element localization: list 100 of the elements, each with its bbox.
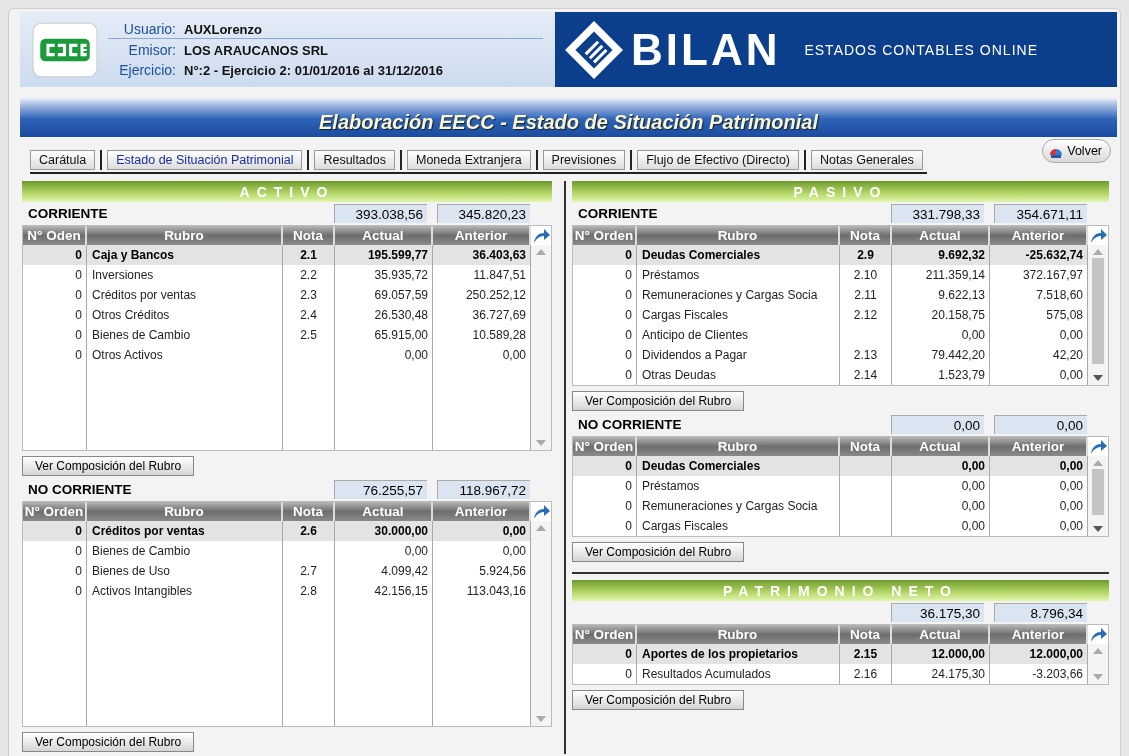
table-row[interactable]: 0 Caja y Bancos 2.1 195.599,77 36.403,63 [23,245,531,265]
brand-name: BILAN [631,24,781,75]
column-header: Anterior [990,625,1088,644]
table-cell: Otros Créditos [92,308,170,322]
column-header: Anterior [990,226,1088,245]
column-header: N° Orden [573,226,637,245]
table-cell: 0 [625,459,632,473]
total-field: 354.671,11 [994,204,1087,223]
table-cell: 2.1 [300,248,317,262]
table-cell: Activos Intangibles [92,584,193,598]
table-cell: 5.924,56 [479,564,526,578]
table-row[interactable]: 0 Aportes de los propietarios 2.15 12.000,00 12.000,00 [573,644,1088,664]
view-composition-button[interactable]: Ver Composición del Rubro [572,391,745,411]
column-header: Rubro [87,502,283,521]
scroll-up-icon[interactable] [1093,648,1103,654]
column-header: Rubro [87,226,283,245]
total-field: 0,00 [891,415,984,434]
column-header: N° Orden [23,502,87,521]
view-composition-button[interactable]: Ver Composición del Rubro [572,542,745,562]
table-cell: 2.4 [300,308,317,322]
field-label: Ejercicio: [118,62,176,78]
tab[interactable]: Notas Generales [811,150,923,170]
table-cell: 36.727,69 [472,308,526,322]
table-row[interactable]: 0 Deudas Comerciales 2.9 9.692,32 -25.632,74 [573,245,1088,265]
table-cell: 0 [625,667,632,681]
table-cell: 0 [75,348,82,362]
table-row[interactable]: 0 Créditos por ventas 2.6 30.000,00 0,00 [23,521,531,541]
total-field: 0,00 [994,415,1087,434]
section-title: PASIVO [793,183,888,200]
column-header: Actual [335,226,433,245]
table-cell: Cargas Fiscales [642,308,729,322]
table-cell: 2.3 [300,288,317,302]
group-label: NO CORRIENTE [578,417,682,432]
scrollbar[interactable] [531,245,551,450]
scroll-up-icon[interactable] [536,249,546,255]
view-composition-button[interactable]: Ver Composición del Rubro [572,690,745,710]
table-cell: 24.175,30 [931,667,985,681]
table-cell: 42.156,15 [374,584,428,598]
scrollbar[interactable] [531,521,551,726]
total-field: 118.967,72 [437,480,530,499]
scrollbar[interactable] [1088,456,1108,536]
table-cell: 0 [75,564,82,578]
table-cell: 35.935,72 [374,268,428,282]
column-header: Nota [840,226,892,245]
table-cell: 2.8 [300,584,317,598]
table-cell: 0,00 [1059,368,1083,382]
table-cell: 2.9 [857,248,874,262]
table-cell: 7.518,60 [1036,288,1083,302]
view-composition-button[interactable]: Ver Composición del Rubro [22,456,195,476]
back-button[interactable]: Volver [1042,139,1111,163]
scroll-thumb[interactable] [1092,469,1104,515]
scrollbar[interactable] [1088,644,1108,684]
table-cell: 79.442,20 [931,348,985,362]
curved-arrow-icon[interactable] [1089,438,1107,455]
table-cell: 12.000,00 [1029,647,1083,661]
table-cell: 0 [625,519,632,533]
scroll-up-icon[interactable] [1093,460,1103,466]
tab[interactable]: Previsiones [542,150,626,170]
view-composition-button[interactable]: Ver Composición del Rubro [22,732,195,752]
section-title: PATRIMONIO NETO [723,582,958,599]
page-title: Elaboración EECC - Estado de Situación Patrimonial [319,111,818,134]
table-row[interactable]: 0 Deudas Comerciales 0,00 0,00 [573,456,1088,476]
table-cell: 0,00 [404,348,428,362]
table-cell: 0 [75,288,82,302]
total-field: 393.038,56 [334,204,427,223]
tab[interactable]: Moneda Extranjera [407,150,531,170]
field-label: Emisor: [127,42,176,58]
table-cell: 2.10 [853,268,878,282]
scroll-up-icon[interactable] [536,525,546,531]
scroll-up-icon[interactable] [1093,249,1103,255]
curved-arrow-icon[interactable] [532,227,550,244]
table-cell: 2.7 [300,564,317,578]
tab[interactable]: Resultados [314,150,395,170]
column-header: N° Orden [573,437,637,456]
table-cell: Cargas Fiscales [642,519,729,533]
table-cell: 2.15 [853,647,878,661]
scroll-down-icon[interactable] [1093,526,1103,532]
curved-arrow-icon[interactable] [532,503,550,520]
table-cell: 2.5 [300,328,317,342]
table-cell: 4.099,42 [381,564,428,578]
curved-arrow-icon[interactable] [1089,626,1107,643]
total-field: 76.255,57 [334,480,427,499]
table-cell: 0,00 [1059,459,1083,473]
table-cell: 0,00 [502,348,526,362]
curved-arrow-icon[interactable] [1089,227,1107,244]
tab[interactable]: Estado de Situación Patrimonial [107,150,303,170]
group-label: CORRIENTE [28,206,108,221]
table-cell: 211.359,14 [925,268,985,282]
tab[interactable]: Flujo de Efectivo (Directo) [637,150,800,170]
column-header: Anterior [433,502,531,521]
table-cell: 9.622,13 [938,288,985,302]
table-cell: Aportes de los propietarios [642,647,799,661]
scroll-down-icon[interactable] [1093,375,1103,381]
table-cell: Dividendos a Pagar [642,348,747,362]
tab[interactable]: Carátula [30,150,96,170]
table-cell: 0,00 [404,544,428,558]
column-header: N° Oden [23,226,87,245]
scroll-thumb[interactable] [1092,258,1104,364]
scrollbar[interactable] [1088,245,1108,385]
column-header: Nota [840,625,892,644]
